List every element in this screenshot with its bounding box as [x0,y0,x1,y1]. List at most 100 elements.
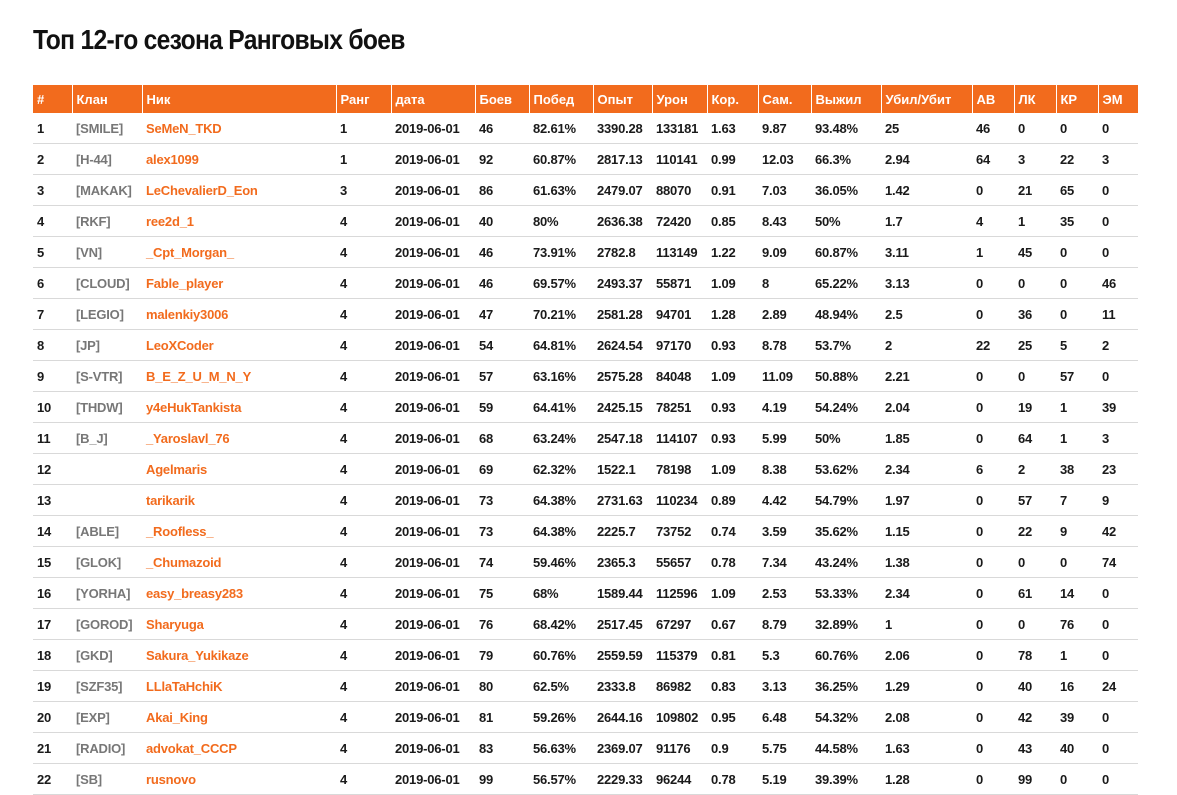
player-link[interactable]: Fable_player [142,267,336,299]
player-link[interactable]: LeoXCoder [142,329,336,361]
cell-col-rank: 4 [336,608,391,640]
player-link[interactable]: tarikarik [142,484,336,516]
header-col-kor: Кор. [707,85,759,113]
cell-col-number: 21 [33,732,72,764]
player-link[interactable]: LLlaTaHchiK [142,670,336,702]
cell-col-kor: 1.22 [707,236,758,268]
cell-col-kor: 0.81 [707,639,758,671]
cell-col-battles: 76 [475,608,529,640]
cell-col-av: 0 [972,267,1014,299]
cell-col-date: 2019-06-01 [391,608,475,640]
player-link[interactable]: B_E_Z_U_M_N_Y [142,360,336,392]
cell-col-rank: 4 [336,267,391,299]
player-link[interactable]: y4eHukTankista [142,391,336,423]
player-link[interactable]: _Yaroslavl_76 [142,422,336,454]
table-row: 14 [ABLE] _Roofless_ 4 2019-06-01 73 64.38% 222… [33,515,1138,547]
cell-col-battles: 99 [475,763,529,795]
cell-col-sam: 3.13 [758,670,811,702]
cell-col-kd: 2.34 [881,453,972,485]
header-col-lk: ЛК [1014,85,1057,113]
header-col-sam: Сам. [758,85,812,113]
cell-col-clan: [THDW] [72,391,142,423]
cell-col-damage: 91176 [652,732,707,764]
cell-col-number: 12 [33,453,72,485]
cell-col-kd: 2.5 [881,298,972,330]
cell-col-rank: 4 [336,453,391,485]
cell-col-rank: 4 [336,205,391,237]
cell-col-em: 0 [1098,205,1138,237]
player-link[interactable]: Akai_King [142,701,336,733]
cell-col-clan: [CLOUD] [72,267,142,299]
header-col-av: АВ [972,85,1015,113]
cell-col-survived: 48.94% [811,298,881,330]
cell-col-survived: 50.88% [811,360,881,392]
cell-col-sam: 5.99 [758,422,811,454]
cell-col-av: 4 [972,205,1014,237]
cell-col-date: 2019-06-01 [391,763,475,795]
table-row: 9 [S-VTR] B_E_Z_U_M_N_Y 4 2019-06-01 57 63.16%… [33,360,1138,392]
cell-col-kor: 0.74 [707,515,758,547]
header-col-exp: Опыт [593,85,653,113]
player-link[interactable]: easy_breasy283 [142,577,336,609]
table-row: 3 [MAKAK] LeChevalierD_Eon 3 2019-06-01 86 61.… [33,174,1138,206]
cell-col-damage: 97170 [652,329,707,361]
cell-col-survived: 65.22% [811,267,881,299]
cell-col-number: 11 [33,422,72,454]
cell-col-lk: 40 [1014,670,1056,702]
player-link[interactable]: malenkiy3006 [142,298,336,330]
header-col-em: ЭМ [1098,85,1138,113]
cell-col-exp: 2782.8 [593,236,652,268]
cell-col-av: 0 [972,608,1014,640]
player-link[interactable]: alex1099 [142,143,336,175]
cell-col-kr: 65 [1056,174,1098,206]
cell-col-number: 2 [33,143,72,175]
cell-col-survived: 53.33% [811,577,881,609]
table-row: 1 [SMILE] SeMeN_TKD 1 2019-06-01 46 82.61% 3390… [33,113,1138,144]
cell-col-kr: 0 [1056,267,1098,299]
cell-col-sam: 2.89 [758,298,811,330]
cell-col-exp: 2333.8 [593,670,652,702]
cell-col-kr: 38 [1056,453,1098,485]
cell-col-rank: 4 [336,763,391,795]
cell-col-exp: 1589.44 [593,577,652,609]
player-link[interactable]: ree2d_1 [142,205,336,237]
cell-col-date: 2019-06-01 [391,360,475,392]
cell-col-em: 0 [1098,236,1138,268]
cell-col-kr: 0 [1056,763,1098,795]
player-link[interactable]: _Cpt_Morgan_ [142,236,336,268]
cell-col-number: 1 [33,113,72,144]
cell-col-sam: 8.43 [758,205,811,237]
cell-col-em: 11 [1098,298,1138,330]
cell-col-damage: 112596 [652,577,707,609]
player-link[interactable]: Sakura_Yukikaze [142,639,336,671]
table-row: 21 [RADIO] advokat_CCCP 4 2019-06-01 83 56.63%… [33,732,1138,764]
player-link[interactable]: SeMeN_TKD [142,113,336,144]
player-link[interactable]: rusnovo [142,763,336,795]
cell-col-sam: 12.03 [758,143,811,175]
cell-col-lk: 43 [1014,732,1056,764]
table-row: 22 [SB] rusnovo 4 2019-06-01 99 56.57% 2229.33 9… [33,763,1138,795]
cell-col-kor: 0.85 [707,205,758,237]
cell-col-rank: 4 [336,670,391,702]
cell-col-lk: 64 [1014,422,1056,454]
cell-col-clan: [GKD] [72,639,142,671]
cell-col-exp: 3390.28 [593,113,652,144]
cell-col-rank: 4 [336,360,391,392]
cell-col-av: 0 [972,174,1014,206]
player-link[interactable]: LeChevalierD_Eon [142,174,336,206]
cell-col-exp: 2517.45 [593,608,652,640]
cell-col-battles: 57 [475,360,529,392]
cell-col-damage: 73752 [652,515,707,547]
cell-col-rank: 3 [336,174,391,206]
cell-col-clan: [RKF] [72,205,142,237]
player-link[interactable]: advokat_CCCP [142,732,336,764]
cell-col-battles: 40 [475,205,529,237]
cell-col-damage: 94701 [652,298,707,330]
player-link[interactable]: _Roofless_ [142,515,336,547]
cell-col-rank: 4 [336,422,391,454]
player-link[interactable]: Sharyuga [142,608,336,640]
cell-col-damage: 84048 [652,360,707,392]
player-link[interactable]: Agelmaris [142,453,336,485]
player-link[interactable]: _Chumazoid [142,546,336,578]
cell-col-lk: 21 [1014,174,1056,206]
